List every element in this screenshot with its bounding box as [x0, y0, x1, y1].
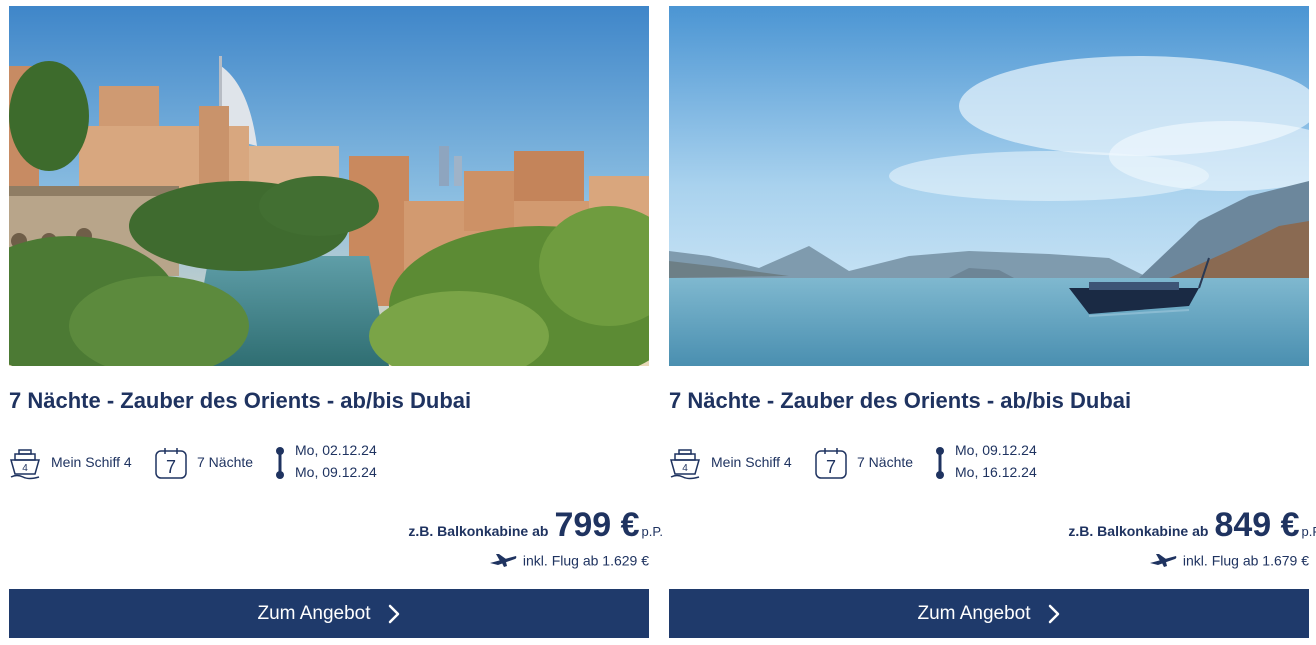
nights-label: 7 Nächte	[857, 454, 914, 470]
nights-number: 7	[826, 457, 836, 477]
offer-info-row: 4 Mein Schiff 4 7 7 Nächte Mo, 02.12.24 …	[9, 442, 649, 482]
nights-label: 7 Nächte	[197, 454, 254, 470]
date-range-icon	[936, 447, 944, 479]
flight-price: inkl. Flug ab 1.629 €	[522, 552, 649, 569]
airplane-icon	[1149, 554, 1177, 568]
airplane-icon	[489, 554, 517, 568]
departure-date: Mo, 02.12.24	[295, 442, 377, 458]
flight-info: inkl. Flug ab 1.679 €	[1149, 551, 1309, 573]
price-suffix: p.P.	[641, 524, 663, 539]
calendar-icon: 7	[155, 448, 187, 479]
offer-card-list: 7 Nächte - Zauber des Orients - ab/bis D…	[0, 0, 1316, 645]
offer-button-label: Zum Angebot	[257, 602, 371, 624]
price-suffix: p.P.	[1301, 524, 1316, 539]
offer-title[interactable]: 7 Nächte - Zauber des Orients - ab/bis D…	[9, 388, 471, 414]
ship-number: 4	[22, 463, 28, 474]
offer-button[interactable]: Zum Angebot	[669, 589, 1309, 638]
price-prefix: z.B. Balkonkabine ab	[408, 523, 549, 539]
price-row: z.B. Balkonkabine ab 799 € p.P.	[408, 506, 663, 550]
offer-image[interactable]	[669, 6, 1309, 366]
price-row: z.B. Balkonkabine ab 849 €p.P.	[1068, 506, 1316, 550]
departure-date: Mo, 09.12.24	[955, 442, 1037, 458]
price-value: 849 €	[1214, 506, 1300, 544]
calendar-icon: 7	[815, 448, 847, 479]
ship-label: Mein Schiff 4	[711, 454, 792, 470]
ship-icon: 4	[10, 449, 40, 480]
flight-info: inkl. Flug ab 1.629 €	[489, 551, 649, 573]
date-range-icon	[276, 447, 284, 479]
offer-image[interactable]	[9, 6, 649, 366]
price-prefix: z.B. Balkonkabine ab	[1068, 523, 1209, 539]
flight-price: inkl. Flug ab 1.679 €	[1182, 552, 1309, 569]
offer-button-label: Zum Angebot	[917, 602, 1031, 624]
ship-icon: 4	[670, 449, 700, 480]
return-date: Mo, 16.12.24	[955, 464, 1037, 480]
ship-label: Mein Schiff 4	[51, 454, 132, 470]
nights-number: 7	[166, 457, 176, 477]
ship-number: 4	[682, 463, 688, 474]
offer-button[interactable]: Zum Angebot	[9, 589, 649, 638]
chevron-right-icon	[1048, 604, 1059, 623]
offer-card: 7 Nächte - Zauber des Orients - ab/bis D…	[9, 6, 663, 638]
price-value: 799 €	[554, 506, 640, 544]
offer-info-row: 4 Mein Schiff 4 7 7 Nächte Mo, 09.12.24 …	[669, 442, 1309, 482]
return-date: Mo, 09.12.24	[295, 464, 377, 480]
chevron-right-icon	[388, 604, 399, 623]
offer-title[interactable]: 7 Nächte - Zauber des Orients - ab/bis D…	[669, 388, 1131, 414]
offer-card: 7 Nächte - Zauber des Orients - ab/bis D…	[669, 6, 1316, 638]
